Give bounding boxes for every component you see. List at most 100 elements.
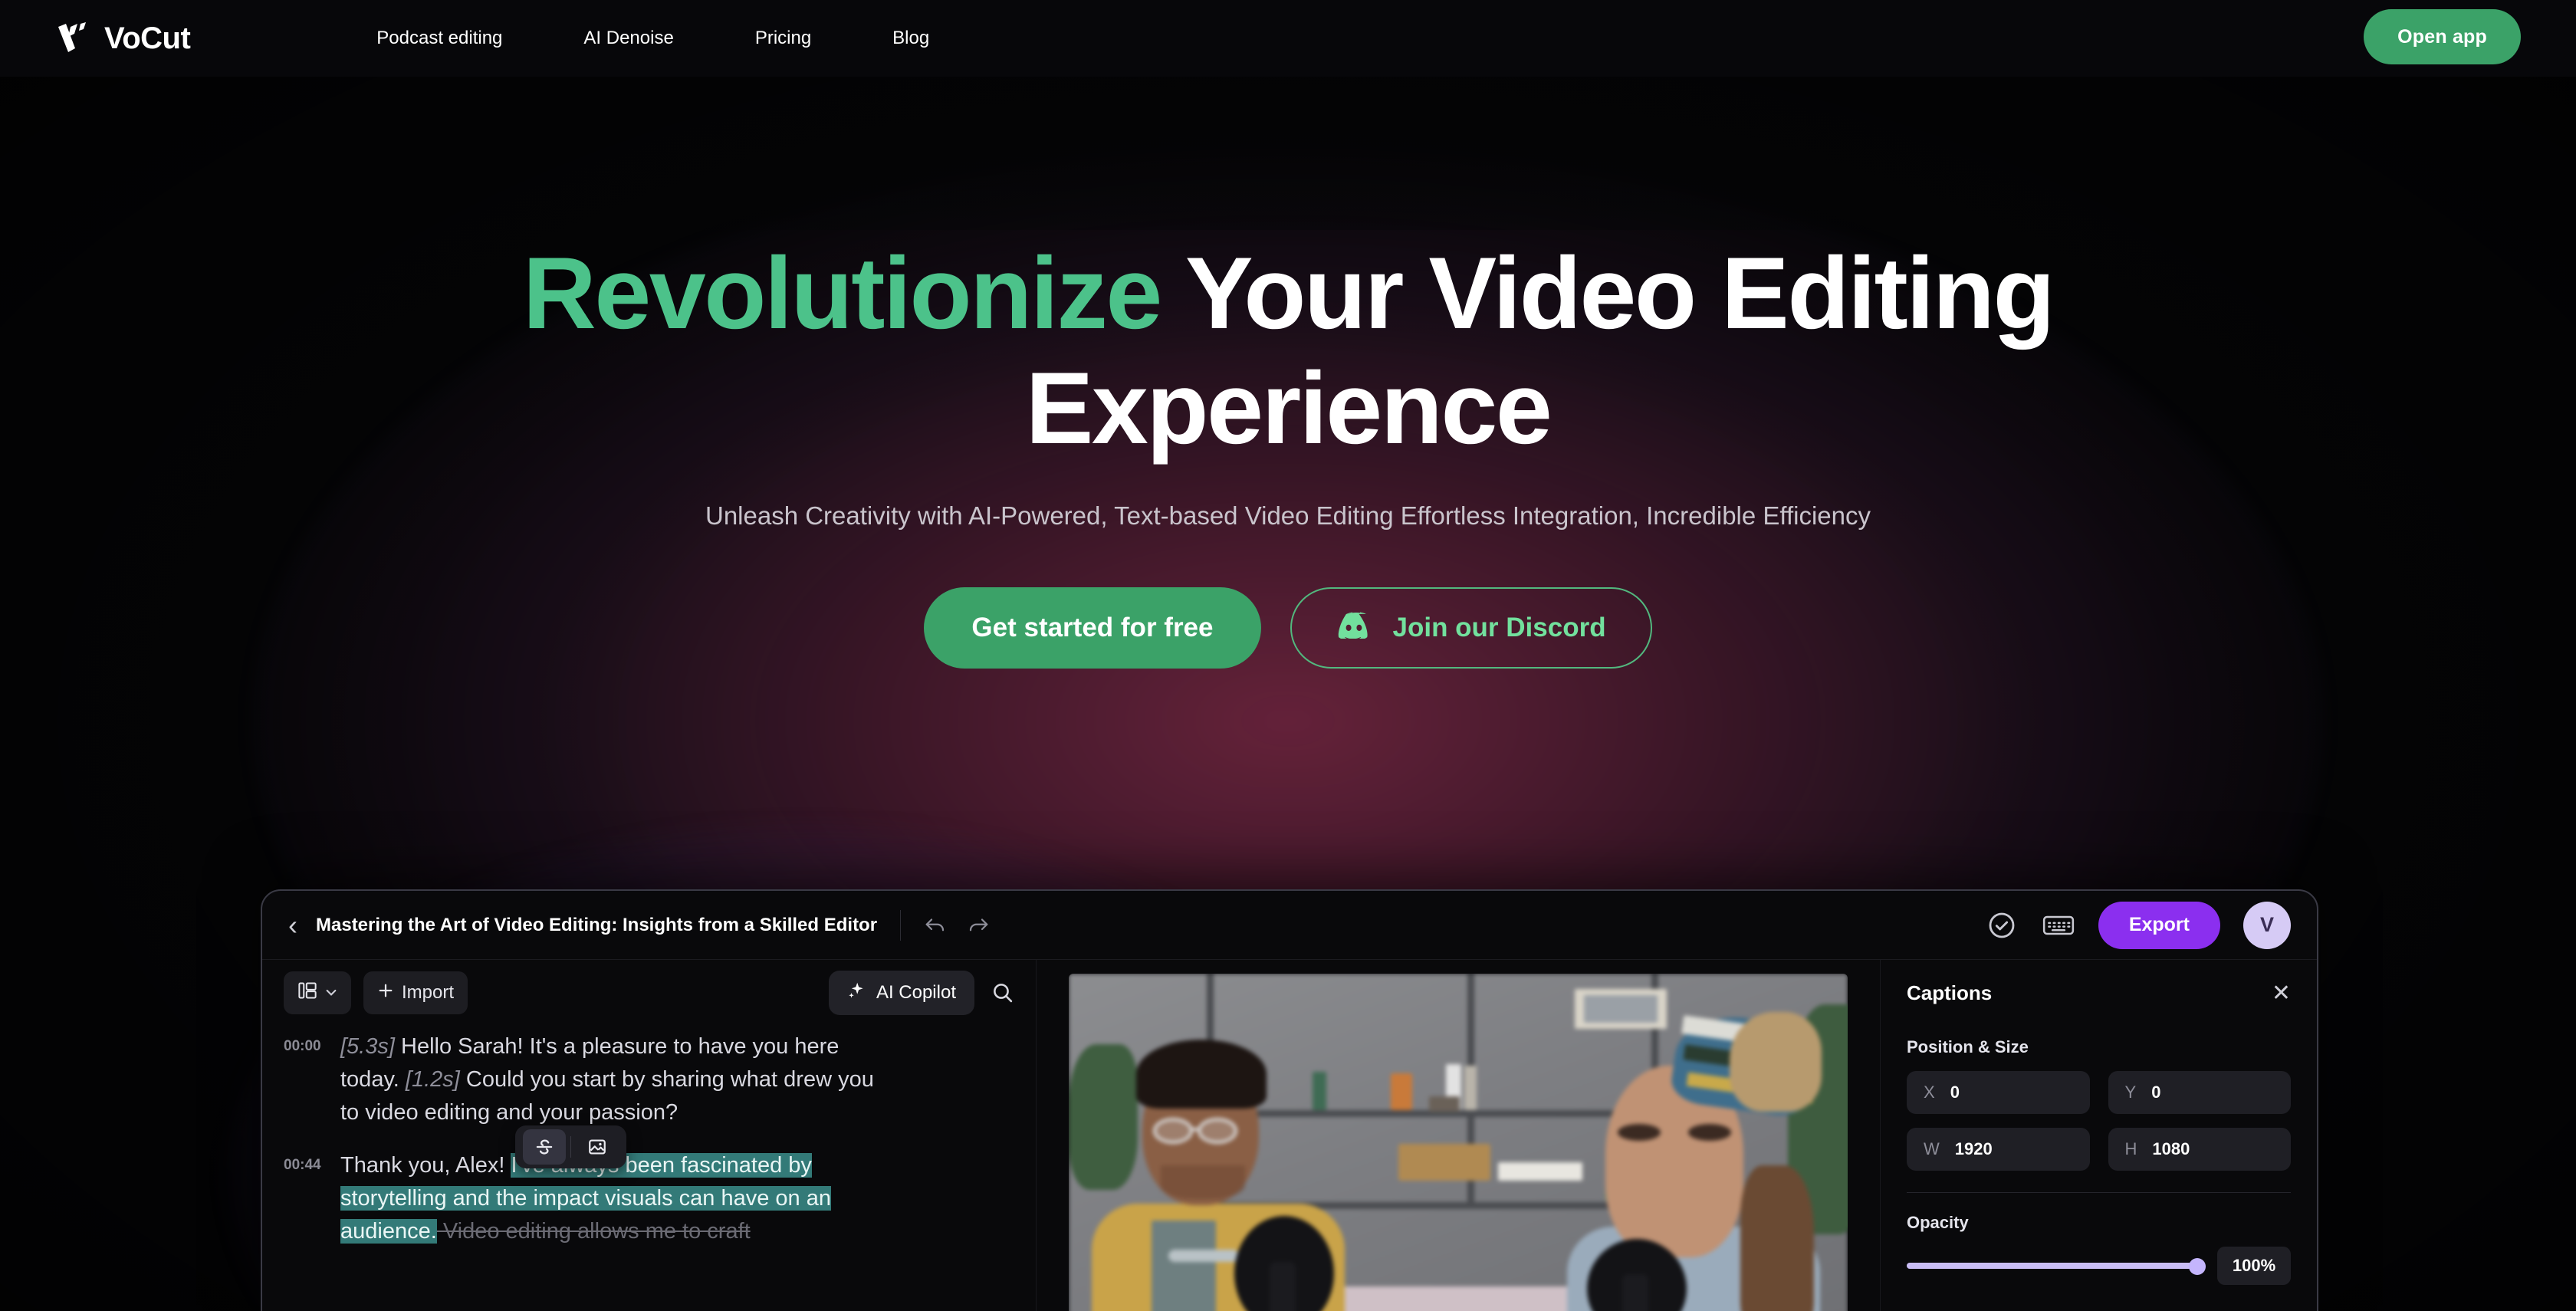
nav-links: Podcast editing AI Denoise Pricing Blog xyxy=(336,28,970,49)
app-header: ‹ Mastering the Art of Video Editing: In… xyxy=(262,891,2317,960)
person-right-hair-side xyxy=(1740,1165,1814,1311)
segment-duration: [1.2s] xyxy=(405,1066,460,1092)
video-frame-content xyxy=(1069,974,1848,1311)
width-field[interactable]: W 1920 xyxy=(1907,1128,2090,1171)
nav-link-ai-denoise[interactable]: AI Denoise xyxy=(543,28,714,49)
transcript-toolbar: Import AI Copilot xyxy=(262,960,1036,1026)
circle-check-icon[interactable] xyxy=(1985,909,2019,942)
image-icon[interactable] xyxy=(576,1129,619,1165)
strikethrough-icon[interactable] xyxy=(523,1129,566,1165)
picture-inner xyxy=(1584,995,1658,1023)
person-right-eye xyxy=(1618,1124,1661,1141)
nav-link-pricing[interactable]: Pricing xyxy=(715,28,852,49)
transcript-text[interactable]: [5.3s] Hello Sarah! It's a pleasure to h… xyxy=(340,1030,892,1129)
decor-book xyxy=(1464,1066,1477,1110)
join-discord-button[interactable]: Join our Discord xyxy=(1290,587,1652,669)
app-preview-window: ‹ Mastering the Art of Video Editing: In… xyxy=(261,889,2318,1311)
keyboard-icon[interactable] xyxy=(2042,909,2075,942)
video-preview-panel xyxy=(1037,960,1880,1311)
close-icon[interactable]: ✕ xyxy=(2272,981,2291,1005)
top-navigation-bar: VoCut Podcast editing AI Denoise Pricing… xyxy=(0,0,2576,77)
person-left-beard xyxy=(1161,1165,1245,1199)
plus-icon xyxy=(377,982,394,1004)
transcript-body[interactable]: 00:00 [5.3s] Hello Sarah! It's a pleasur… xyxy=(262,1026,1036,1247)
transcript-line[interactable]: 00:00 [5.3s] Hello Sarah! It's a pleasur… xyxy=(284,1030,1014,1129)
y-field-value: 0 xyxy=(2151,1083,2161,1102)
search-icon[interactable] xyxy=(991,981,1014,1004)
transcript-timestamp: 00:00 xyxy=(284,1038,321,1054)
ai-copilot-label: AI Copilot xyxy=(876,982,956,1003)
open-app-button[interactable]: Open app xyxy=(2364,9,2521,64)
captions-panel-header: Captions ✕ xyxy=(1907,981,2291,1005)
person-right-hair xyxy=(1730,1012,1822,1112)
eyeglasses-right xyxy=(1198,1118,1237,1144)
opacity-control-row: 100% xyxy=(1907,1247,2291,1285)
segment-text: Thank you, Alex! xyxy=(340,1152,511,1178)
transcript-line[interactable]: 00:44 Thank you, Alex! I've always been … xyxy=(284,1149,1014,1248)
y-position-field[interactable]: Y 0 xyxy=(2108,1071,2291,1114)
export-button[interactable]: Export xyxy=(2098,901,2220,949)
opacity-value[interactable]: 100% xyxy=(2217,1247,2291,1285)
get-started-button[interactable]: Get started for free xyxy=(924,587,1261,669)
transcript-panel: Import AI Copilot 00:00 [5.3s] Hello Sar… xyxy=(262,960,1037,1311)
person-left-hair xyxy=(1136,1040,1267,1109)
redo-arrow-icon[interactable] xyxy=(967,915,990,935)
nav-link-podcast-editing[interactable]: Podcast editing xyxy=(336,28,543,49)
height-field[interactable]: H 1080 xyxy=(2108,1128,2291,1171)
avatar[interactable]: V xyxy=(2243,901,2291,949)
hero-subtitle: Unleash Creativity with AI-Powered, Text… xyxy=(705,501,1871,530)
decor-item xyxy=(1429,1096,1460,1112)
chevron-down-icon xyxy=(325,982,337,1004)
x-field-key: X xyxy=(1924,1083,1935,1102)
decor-box xyxy=(1398,1144,1490,1181)
person-left-shirt xyxy=(1152,1221,1216,1311)
opacity-slider-knob[interactable] xyxy=(2189,1258,2206,1275)
x-field-value: 0 xyxy=(1950,1083,1960,1102)
hero-title: Revolutionize Your Video Editing Experie… xyxy=(521,236,2055,467)
import-label: Import xyxy=(402,982,455,1003)
mic-stand-right xyxy=(1622,1274,1648,1311)
panel-divider xyxy=(1907,1192,2291,1193)
eyeglasses-left xyxy=(1153,1118,1193,1144)
position-size-label: Position & Size xyxy=(1907,1037,2029,1056)
app-header-actions: Export V xyxy=(1985,901,2291,949)
w-field-key: W xyxy=(1924,1139,1940,1158)
decor-books xyxy=(1498,1162,1582,1181)
captions-title: Captions xyxy=(1907,981,1993,1004)
app-body: Import AI Copilot 00:00 [5.3s] Hello Sar… xyxy=(262,960,2317,1311)
video-preview[interactable] xyxy=(1069,974,1848,1311)
w-field-value: 1920 xyxy=(1954,1139,1993,1158)
y-field-key: Y xyxy=(2124,1083,2137,1102)
x-position-field[interactable]: X 0 xyxy=(1907,1071,2090,1114)
h-field-value: 1080 xyxy=(2152,1139,2190,1158)
hero-cta-row: Get started for free Join our Discord xyxy=(0,587,2576,669)
hero-title-accent: Revolutionize xyxy=(522,237,1163,350)
vocut-v-mark-icon xyxy=(55,22,90,54)
h-field-key: H xyxy=(2124,1139,2137,1158)
layout-selector[interactable] xyxy=(284,971,351,1014)
necklace xyxy=(1168,1250,1239,1262)
opacity-slider[interactable] xyxy=(1907,1258,2206,1275)
sparkle-icon xyxy=(847,981,866,1005)
mic-stand-left xyxy=(1270,1262,1296,1311)
decor-book xyxy=(1313,1072,1326,1110)
project-title: Mastering the Art of Video Editing: Insi… xyxy=(316,914,878,935)
import-button[interactable]: Import xyxy=(363,971,468,1014)
nav-link-blog[interactable]: Blog xyxy=(852,28,970,49)
segment-strikethrough: Video editing allows me to craft xyxy=(436,1218,751,1244)
layout-panel-icon xyxy=(297,981,317,1006)
brand-logo[interactable]: VoCut xyxy=(55,21,191,56)
header-divider xyxy=(900,909,902,941)
chevron-left-icon[interactable]: ‹ xyxy=(288,911,297,939)
decor-item xyxy=(1391,1073,1412,1110)
brand-name: VoCut xyxy=(104,21,191,55)
plant-left xyxy=(1069,1044,1138,1190)
captions-panel: Captions ✕ Position & Size X 0 Y 0 W 192… xyxy=(1880,960,2317,1311)
size-fields-row: W 1920 H 1080 xyxy=(1907,1128,2291,1171)
hero-section: Revolutionize Your Video Editing Experie… xyxy=(0,0,2576,669)
landing-page: VoCut Podcast editing AI Denoise Pricing… xyxy=(0,0,2576,1311)
opacity-label: Opacity xyxy=(1907,1213,1969,1232)
ai-copilot-button[interactable]: AI Copilot xyxy=(828,971,974,1015)
undo-arrow-icon[interactable] xyxy=(924,915,947,935)
toolbar-divider xyxy=(570,1136,571,1158)
